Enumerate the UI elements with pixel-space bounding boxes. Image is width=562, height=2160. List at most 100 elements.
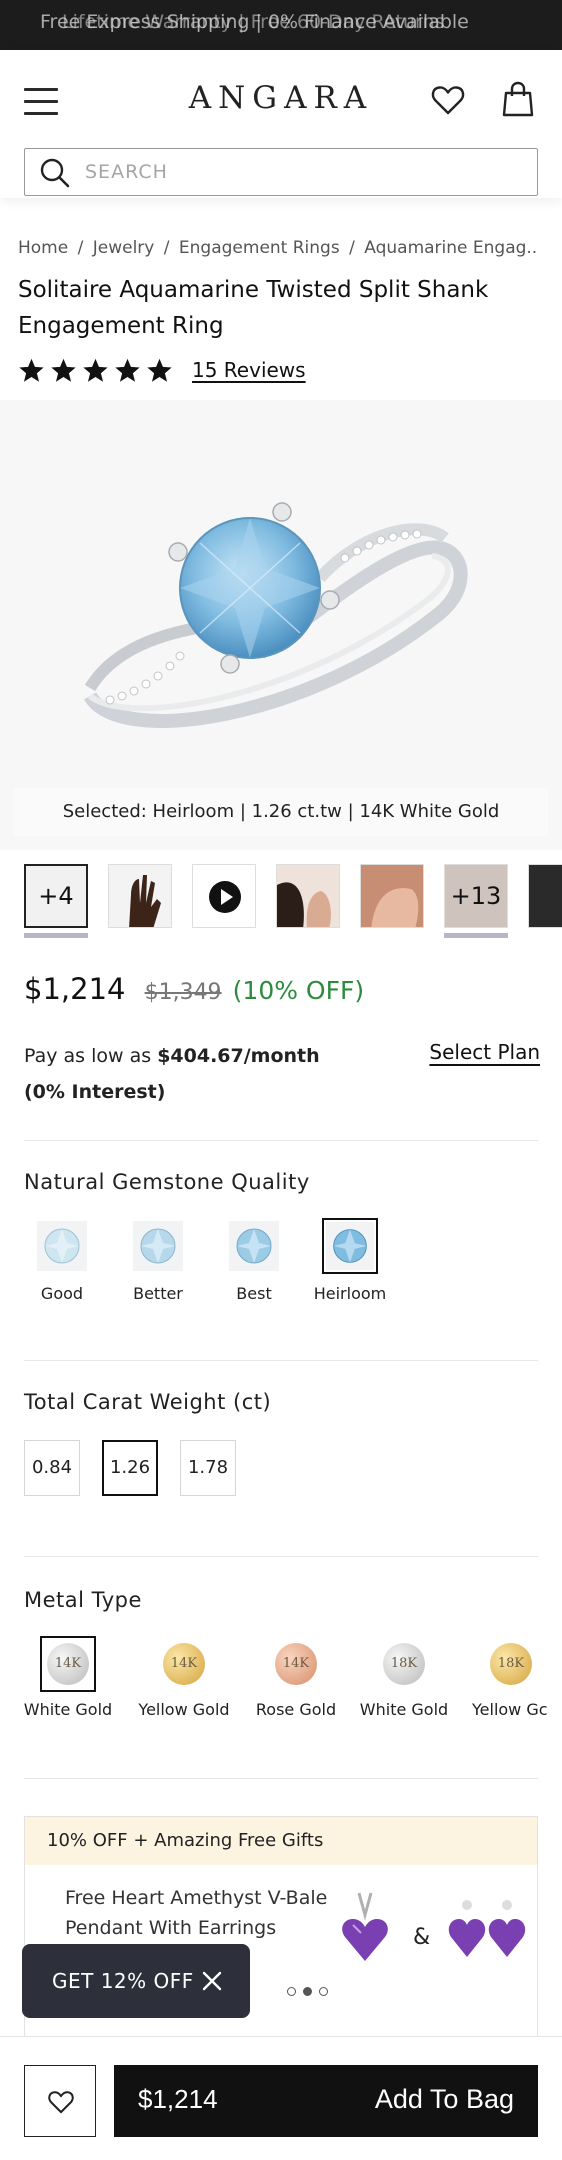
quality-section-title: Natural Gemstone Quality xyxy=(24,1170,310,1194)
metal-swatch: 14K xyxy=(275,1643,317,1685)
wishlist-heart-icon[interactable] xyxy=(430,82,466,118)
amethyst-pendant-image xyxy=(342,1892,388,1961)
promo-ampersand: & xyxy=(413,1925,431,1950)
divider xyxy=(24,1778,538,1779)
metal-option-14k-rose-gold[interactable]: 14K Rose Gold xyxy=(240,1636,352,1719)
coupon-label: GET 12% OFF xyxy=(52,1969,194,1993)
bag-button-price: $1,214 xyxy=(138,2084,218,2114)
star-icon xyxy=(115,358,140,382)
quality-label: Better xyxy=(133,1284,183,1303)
amethyst-earrings-image xyxy=(448,1900,526,1957)
carat-option-1-26[interactable]: 1.26 xyxy=(102,1440,158,1496)
thumbnail-model-1[interactable] xyxy=(276,864,340,928)
discount-badge: (10% OFF) xyxy=(232,976,365,1005)
search-icon xyxy=(40,158,70,188)
rating-stars[interactable]: 15 Reviews xyxy=(18,355,306,385)
coupon-toast[interactable]: GET 12% OFF xyxy=(22,1944,250,2018)
promo-header: 10% OFF + Amazing Free Gifts xyxy=(25,1817,537,1865)
original-price: $1,349 xyxy=(144,980,222,1005)
financing-info: Pay as low as $404.67/month (0% Interest… xyxy=(24,1038,344,1110)
metal-label: White Gold xyxy=(23,1700,113,1719)
carousel-dot[interactable] xyxy=(287,1987,296,1996)
carousel-dot-active[interactable] xyxy=(303,1987,312,1996)
search-input[interactable] xyxy=(85,156,515,188)
thumbnail-video[interactable] xyxy=(192,864,256,928)
current-price: $1,214 xyxy=(24,972,126,1006)
breadcrumb-home[interactable]: Home xyxy=(18,238,68,258)
reviews-link[interactable]: 15 Reviews xyxy=(192,358,306,382)
thumbnail-more-count: +4 xyxy=(38,882,74,910)
thumbnail-hand-model[interactable] xyxy=(108,864,172,928)
bag-button-label: Add To Bag xyxy=(374,2084,514,2114)
thumbnail-underline xyxy=(444,933,508,938)
thumbnail-strip: +4 +13 xyxy=(0,856,562,938)
thumbnail-underline xyxy=(24,933,88,938)
heart-icon xyxy=(48,2091,74,2114)
brand-logo[interactable]: ANGARA xyxy=(0,80,562,116)
metal-label: White Gold xyxy=(359,1700,449,1719)
metal-label: Yellow Gc xyxy=(472,1700,548,1719)
price-row: $1,214 $1,349 (10% OFF) xyxy=(24,972,364,1006)
breadcrumb-separator: / xyxy=(163,238,170,258)
quality-option-heirloom[interactable]: Heirloom xyxy=(302,1218,398,1303)
star-icon xyxy=(51,358,76,382)
metal-swatch: 18K xyxy=(490,1643,532,1685)
quality-label: Heirloom xyxy=(313,1284,387,1303)
metal-option-18k-yellow-gold[interactable]: 18K Yellow Gc xyxy=(460,1636,562,1719)
breadcrumb-jewelry[interactable]: Jewelry xyxy=(93,238,155,258)
thumbnail-more[interactable]: +13 xyxy=(444,864,508,928)
metal-swatch: 14K xyxy=(47,1643,89,1685)
metal-option-14k-white-gold[interactable]: 14K White Gold xyxy=(12,1636,124,1719)
carousel-dots[interactable] xyxy=(287,1987,335,1996)
search-box[interactable] xyxy=(24,148,538,196)
promo-gifts-card: 10% OFF + Amazing Free Gifts Free Heart … xyxy=(24,1816,538,2066)
sticky-purchase-bar: $1,214 Add To Bag xyxy=(0,2036,562,2160)
select-plan-link[interactable]: Select Plan xyxy=(429,1040,540,1064)
divider xyxy=(24,1360,538,1361)
thumbnail-more-count: +13 xyxy=(450,882,502,910)
breadcrumb-separator: / xyxy=(77,238,84,258)
quality-option-good[interactable]: Good xyxy=(14,1218,110,1303)
product-image-gallery[interactable]: Selected: Heirloom | 1.26 ct.tw | 14K Wh… xyxy=(0,400,562,850)
announcement-bar: Free Express Shipping | 0% Finance Avail… xyxy=(0,0,562,50)
metal-swatch: 18K xyxy=(383,1643,425,1685)
star-icon xyxy=(83,358,108,382)
product-title: Solitaire Aquamarine Twisted Split Shank… xyxy=(18,277,489,339)
carousel-dot[interactable] xyxy=(319,1987,328,1996)
star-icon xyxy=(19,358,44,382)
metal-option-14k-yellow-gold[interactable]: 14K Yellow Gold xyxy=(128,1636,240,1719)
metal-swatch: 14K xyxy=(163,1643,205,1685)
ring-product-image xyxy=(83,502,468,728)
carat-option-0-84[interactable]: 0.84 xyxy=(24,1440,80,1496)
star-icon xyxy=(147,358,172,382)
quality-option-better[interactable]: Better xyxy=(110,1218,206,1303)
quality-label: Best xyxy=(236,1284,272,1303)
metal-label: Yellow Gold xyxy=(138,1700,230,1719)
thumbnail-model-2[interactable] xyxy=(360,864,424,928)
metal-label: Rose Gold xyxy=(255,1700,337,1719)
quality-label: Good xyxy=(40,1284,84,1303)
divider xyxy=(24,1140,538,1141)
site-header: ANGARA xyxy=(0,50,562,198)
monthly-amount: $404.67/month xyxy=(157,1045,320,1067)
thumbnail-box[interactable] xyxy=(528,864,562,928)
pay-prefix: Pay as low as xyxy=(24,1045,152,1067)
breadcrumb: Home / Jewelry / Engagement Rings / Aqua… xyxy=(18,238,538,258)
metal-option-18k-white-gold[interactable]: 18K White Gold xyxy=(348,1636,460,1719)
close-icon[interactable] xyxy=(202,1971,222,1991)
selected-options-bar: Selected: Heirloom | 1.26 ct.tw | 14K Wh… xyxy=(14,788,548,836)
breadcrumb-separator: / xyxy=(349,238,355,258)
play-icon xyxy=(209,881,241,913)
carat-option-1-78[interactable]: 1.78 xyxy=(180,1440,236,1496)
metal-section-title: Metal Type xyxy=(24,1588,142,1612)
add-to-wishlist-button[interactable] xyxy=(24,2065,96,2137)
add-to-bag-button[interactable]: $1,214 Add To Bag xyxy=(114,2065,538,2137)
divider xyxy=(24,1556,538,1557)
breadcrumb-engagement-rings[interactable]: Engagement Rings xyxy=(179,238,340,258)
thumbnail-view-1[interactable]: +4 xyxy=(24,864,88,928)
quality-option-best[interactable]: Best xyxy=(206,1218,302,1303)
announcement-text-overlap: Lifetime Warranty | Free 60-Day Returns xyxy=(62,11,445,33)
breadcrumb-current: Aquamarine Engag... xyxy=(364,238,538,258)
promo-gift-text: Free Heart Amethyst V-Bale Pendant With … xyxy=(65,1887,328,1939)
shopping-bag-icon[interactable] xyxy=(502,80,534,118)
